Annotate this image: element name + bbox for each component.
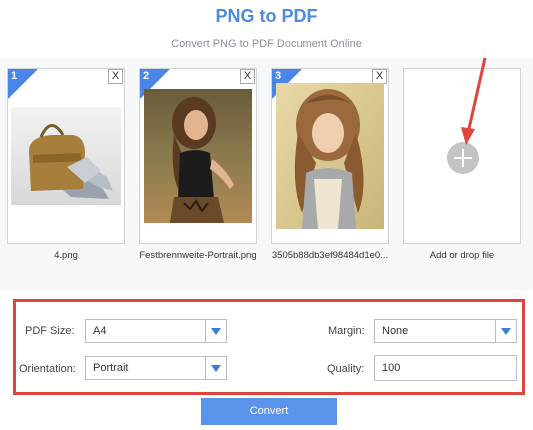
file-name: Festbrennweite-Portrait.png	[139, 250, 257, 261]
remove-file-button[interactable]: X	[108, 69, 123, 84]
add-file-label: Add or drop file	[429, 250, 495, 261]
page-subtitle: Convert PNG to PDF Document Online	[171, 38, 362, 50]
file-index: 1	[11, 70, 18, 82]
orientation-value: Portrait	[93, 362, 129, 374]
pdf-size-label: PDF Size:	[25, 325, 75, 337]
file-thumbnail	[11, 107, 121, 205]
remove-file-button[interactable]: X	[240, 69, 255, 84]
file-name: 3505b88db3ef98484d1e0...	[271, 250, 389, 261]
convert-button[interactable]: Convert	[201, 398, 337, 425]
annotation-arrow-icon	[461, 57, 487, 145]
header: PNG to PDF Convert PNG to PDF Document O…	[0, 0, 533, 58]
margin-label: Margin:	[328, 325, 365, 337]
file-card[interactable]: 2 X	[139, 68, 257, 244]
chevron-down-icon[interactable]	[495, 320, 516, 342]
quality-input[interactable]: 100	[374, 355, 517, 381]
orientation-select[interactable]: Portrait	[85, 356, 227, 380]
pdf-size-select[interactable]: A4	[85, 319, 227, 343]
margin-value: None	[382, 325, 409, 337]
file-index: 3	[275, 70, 282, 82]
remove-file-button[interactable]: X	[372, 69, 387, 84]
file-index: 2	[143, 70, 150, 82]
margin-select[interactable]: None	[374, 319, 517, 343]
page-title: PNG to PDF	[215, 6, 318, 26]
quality-label: Quality:	[327, 363, 365, 375]
orientation-label: Orientation:	[19, 363, 76, 375]
file-thumbnail	[276, 83, 384, 229]
chevron-down-icon[interactable]	[205, 357, 226, 379]
pdf-size-value: A4	[93, 325, 107, 337]
chevron-down-icon[interactable]	[205, 320, 226, 342]
file-name: 4.png	[54, 250, 78, 261]
file-card[interactable]: 1 X	[7, 68, 125, 244]
file-thumbnail	[144, 89, 252, 223]
file-card[interactable]: 3 X	[271, 68, 389, 244]
